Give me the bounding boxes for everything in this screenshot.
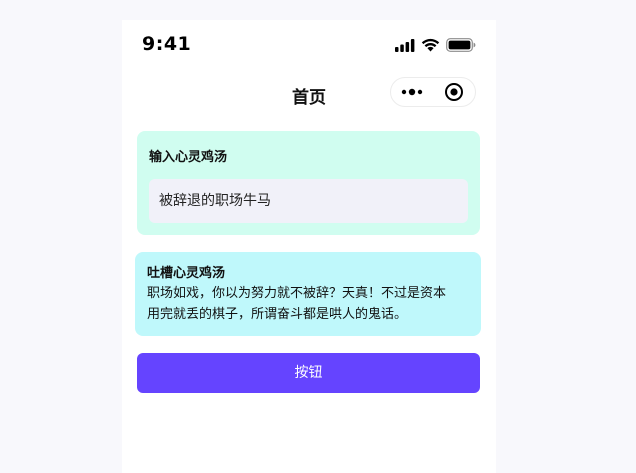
battery-icon (446, 38, 476, 52)
output-line-1: 职场如戏，你以为努力就不被辞？天真！不过是资本 (147, 286, 447, 301)
close-button[interactable] (433, 78, 475, 106)
mini-program-capsule (390, 77, 476, 107)
status-time: 9:41 (142, 33, 192, 55)
submit-button[interactable]: 按钮 (137, 353, 480, 393)
output-card: 吐槽心灵鸡汤 职场如戏，你以为努力就不被辞？天真！不过是资本 用完就丢的棋子，所… (135, 252, 481, 336)
page-background: 9:41 首页 输入心灵鸡汤 被辞退的职场牛马 吐槽心灵鸡汤 职场如戏，你以为努… (0, 0, 636, 473)
phone-screen: 9:41 首页 输入心灵鸡汤 被辞退的职场牛马 吐槽心灵鸡汤 职场如戏，你以为努… (122, 20, 496, 473)
wifi-icon (421, 38, 440, 52)
input-label: 输入心灵鸡汤 (149, 150, 228, 165)
status-bar: 9:41 (122, 20, 496, 70)
status-icons (395, 38, 476, 52)
output-title: 吐槽心灵鸡汤 (147, 266, 226, 281)
navigation-bar: 首页 (122, 76, 496, 112)
more-icon (401, 88, 423, 96)
output-line-2: 用完就丢的棋子，所谓奋斗都是哄人的鬼话。 (147, 307, 408, 322)
signal-icon (395, 38, 415, 52)
more-button[interactable] (391, 78, 433, 106)
soup-input[interactable]: 被辞退的职场牛马 (149, 179, 468, 223)
close-target-icon (445, 83, 463, 101)
input-card: 输入心灵鸡汤 被辞退的职场牛马 (137, 131, 480, 235)
